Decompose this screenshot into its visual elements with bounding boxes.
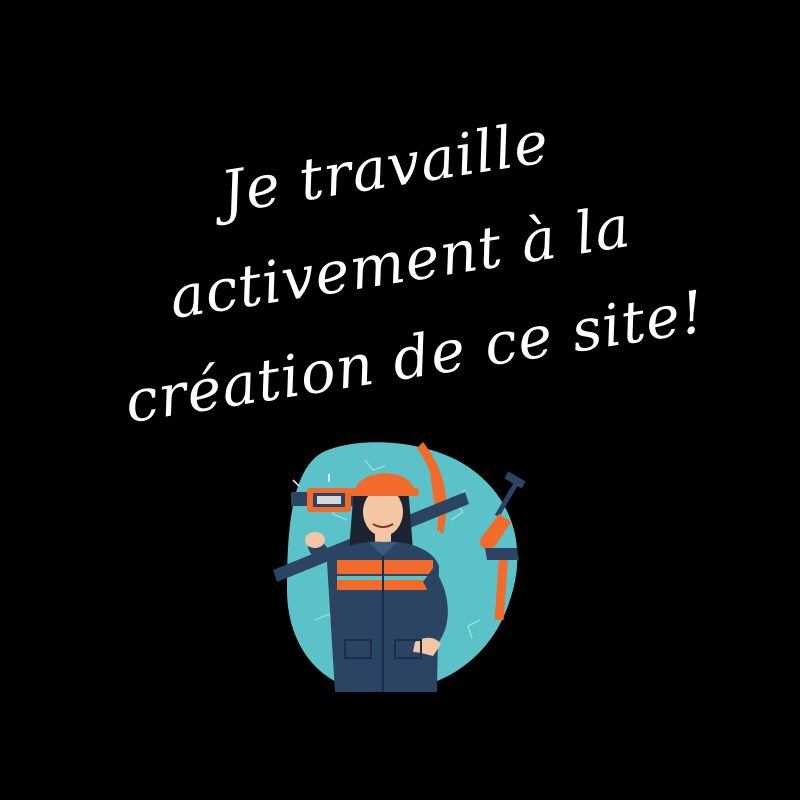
construction-worker-illustration <box>273 442 526 692</box>
page: Je travaille activement à la création de… <box>0 0 800 800</box>
construction-message: Je travaille activement à la création de… <box>61 70 738 455</box>
